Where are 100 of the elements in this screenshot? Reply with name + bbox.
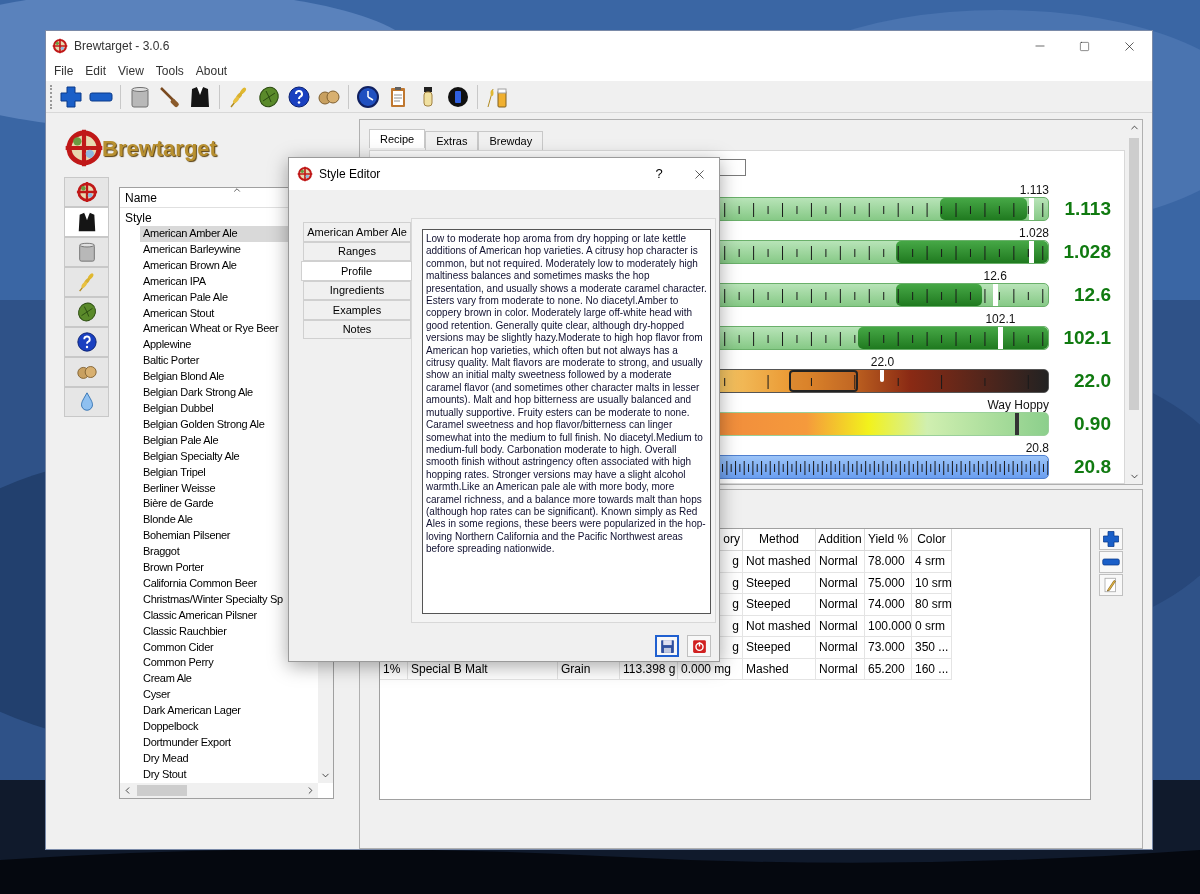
gauge-value: 102.1 — [1062, 326, 1111, 350]
profile-text-area[interactable]: Low to moderate hop aroma from dry hopping or late kettle additions of American hop varieties. A citrusy hop character is common, but not required. Moderately low to moderately high maltiness balances and sometimes masks the hop presentation, and usually shows a moderate caramel character. Esters vary from moderate to none. No diacetyl.Amber to coppery brown in color. Moderately large off-white head with good retention. Generally quite clear, although dry-hopped versions may be slightly hazy.Moderate to high hop flavor from American hop varieties, which often but not always has a citrusy quality. Malt flavors are moderate to strong, and usually show an initial malty sweetness followed by a moderate caramel flavor (and sometimes other character malts in lesser amounts). Malt and hop bitterness are usually balanced and mutually supportive. Fruity esters can be moderate to none. Caramel sweetness and hop flavor/bitterness can linger somewhat into the medium to full finish. No diacetyl.Medium to medium-full body. Carbonation moderate to high. Overall smooth finish without astringency often associated with high hopping rates. Stronger versions may have a slight alcohol warmth.Like an American pale ale with more body, more caramel richness, and a balance more towards malt than hops (although hop rates can be significant). Known simply as Red Ales in some regions, these beers were popularized in the hop-loving Northern California and the Pacific Northwest areas before spreading nationwide. — [422, 229, 711, 614]
gauge-value: 12.6 — [1073, 283, 1111, 307]
table-cell: 80 srm — [912, 594, 952, 616]
jar-icon[interactable] — [446, 84, 470, 109]
menu-item[interactable]: File — [48, 62, 80, 80]
scroll-thumb[interactable] — [1129, 138, 1139, 410]
table-cell: Normal — [816, 551, 865, 573]
cancel-button[interactable] — [687, 635, 711, 657]
table-cell: Normal — [816, 637, 865, 659]
marker-label: 1.113 — [1019, 183, 1049, 197]
marker-label: 22.0 — [870, 355, 895, 369]
tab[interactable]: Notes — [303, 319, 411, 339]
plus-icon — [1102, 530, 1120, 548]
marker-label: 102.1 — [985, 312, 1016, 326]
table-cell: Normal — [816, 615, 865, 637]
paddle-icon[interactable] — [158, 84, 182, 109]
menu-item[interactable]: View — [112, 62, 150, 80]
help-icon — [75, 331, 98, 353]
table-cell: 4 srm — [912, 551, 952, 573]
table-cell: 350 ... — [912, 637, 952, 659]
help-icon[interactable] — [287, 84, 311, 109]
save-icon — [658, 637, 676, 655]
table-cell: Normal — [816, 658, 865, 680]
column-header[interactable]: Name — [125, 191, 157, 205]
tab[interactable]: Ingredients — [303, 280, 411, 300]
edit-button[interactable] — [1099, 574, 1123, 596]
tab[interactable]: Examples — [303, 300, 411, 320]
table-cell: Not mashed — [743, 551, 816, 573]
table-cell: Mashed — [743, 658, 816, 680]
help-button[interactable]: ? — [639, 158, 679, 190]
gauge-value: 1.113 — [1063, 197, 1111, 221]
gauge-value: 22.0 — [1073, 369, 1111, 393]
plus-icon[interactable] — [59, 84, 83, 109]
pot-icon[interactable] — [128, 84, 152, 109]
table-cell: 0 srm — [912, 615, 952, 637]
tree-item[interactable]: Cyser — [140, 687, 318, 704]
target-icon — [75, 181, 98, 203]
tree-item[interactable]: Style — [120, 210, 152, 226]
column-header[interactable]: Yield % — [865, 529, 912, 551]
table-cell: 75.000 — [865, 572, 912, 594]
marker-label: 12.6 — [983, 269, 1007, 283]
table-cell: Steeped — [743, 594, 816, 616]
tree-item[interactable]: Doppelbock — [140, 719, 318, 735]
column-header[interactable]: Method — [743, 529, 816, 551]
target-icon — [64, 128, 104, 168]
clock-icon[interactable] — [356, 84, 380, 109]
tree-item[interactable]: Dry Stout — [140, 766, 318, 783]
menu-item[interactable]: About — [189, 62, 234, 80]
dialog-title: Style Editor — [319, 166, 381, 183]
save-button[interactable] — [655, 635, 679, 657]
table-cell: 65.200 — [865, 658, 912, 680]
tab[interactable]: Recipe — [369, 129, 426, 148]
power-icon — [690, 637, 708, 655]
table-cell: Steeped — [743, 572, 816, 594]
table-cell: 78.000 — [865, 551, 912, 573]
tab[interactable]: Profile — [301, 261, 412, 281]
tree-item[interactable]: Cream Ale — [140, 671, 318, 688]
leaf-icon — [75, 301, 98, 323]
table-cell: Not mashed — [743, 615, 816, 637]
horizontal-scrollbar[interactable] — [120, 783, 318, 798]
side-tab[interactable] — [64, 327, 109, 357]
tab[interactable]: Brewday — [478, 131, 544, 150]
scroll-thumb[interactable] — [137, 785, 187, 796]
table-cell: Normal — [816, 594, 865, 616]
marker-label: Way Hoppy — [987, 398, 1049, 412]
add-button[interactable] — [1099, 528, 1123, 550]
side-tab[interactable] — [64, 207, 109, 237]
marker-label: 1.028 — [1018, 226, 1049, 240]
suit-icon[interactable] — [188, 84, 212, 109]
remove-button[interactable] — [1099, 551, 1123, 573]
table-cell: 10 srm — [912, 572, 952, 594]
table-cell: 100.000 — [865, 615, 912, 637]
app-logo-icon — [297, 166, 313, 182]
tree-item[interactable]: Dortmunder Export — [140, 735, 318, 751]
column-header[interactable]: Addition — [816, 529, 865, 551]
marker-label: 20.8 — [1025, 441, 1049, 455]
tab[interactable]: Extras — [425, 131, 479, 150]
tree-item[interactable]: Dry Mead — [140, 750, 318, 767]
tab[interactable]: Ranges — [303, 241, 411, 261]
menu-item[interactable]: Tools — [149, 62, 190, 80]
leaf-icon[interactable] — [257, 84, 281, 109]
gauge-value: 20.8 — [1073, 455, 1111, 479]
table-cell: 160 ... — [912, 658, 952, 680]
sort-icon — [232, 185, 242, 195]
range-band — [789, 370, 859, 392]
tree-item[interactable]: Common Perry — [140, 655, 318, 672]
table-cell: Normal — [816, 572, 865, 594]
maximize-icon — [1079, 40, 1090, 52]
menu-item[interactable]: Edit — [79, 62, 113, 80]
logo: Brewtarget — [64, 127, 359, 169]
gauge-value: 1.028 — [1062, 240, 1111, 264]
window-title: Brewtarget - 3.0.6 — [74, 38, 170, 55]
column-header[interactable]: Color — [912, 529, 952, 551]
table-cell: 74.000 — [865, 594, 912, 616]
table-cell: 73.000 — [865, 637, 912, 659]
gauge-value: 0.90 — [1073, 412, 1111, 436]
app-logo-icon — [52, 38, 68, 54]
tab[interactable]: American Amber Ale — [303, 222, 411, 242]
tree-item[interactable]: Dark American Lager — [140, 703, 318, 720]
